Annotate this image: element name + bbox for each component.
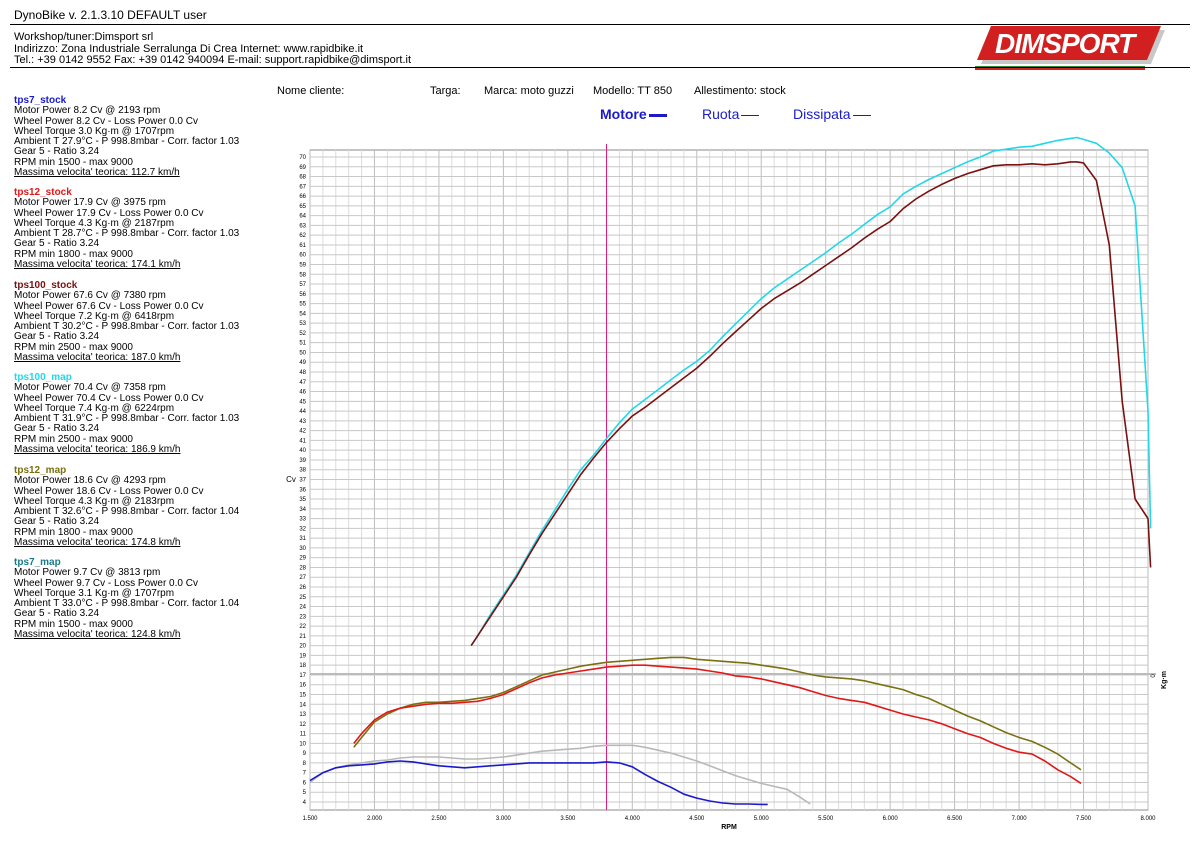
y-tick-label: 57 — [299, 282, 306, 288]
y-tick-label: 32 — [299, 526, 306, 532]
y-tick-label: 14 — [299, 702, 306, 708]
x-tick-label: 6.000 — [883, 816, 899, 822]
y-tick-label: 15 — [299, 693, 306, 699]
y-tick-label: 35 — [299, 497, 306, 503]
y-tick-label: 6 — [303, 780, 307, 786]
y-tick-label: 51 — [299, 341, 306, 347]
y-tick-label: 23 — [299, 614, 306, 620]
y-tick-label: 16 — [299, 683, 306, 689]
x-tick-label: 2.500 — [431, 816, 447, 822]
y-tick-label: 20 — [299, 644, 306, 650]
y2-axis-label: Kg·m — [1161, 671, 1168, 689]
y-tick-label: 53 — [299, 321, 306, 327]
y-tick-label: 18 — [299, 663, 306, 669]
x-tick-label: 8.000 — [1140, 816, 1156, 822]
x-tick-label: 3.000 — [496, 816, 512, 822]
y-tick-label: 39 — [299, 458, 306, 464]
y-tick-label: 48 — [299, 370, 306, 376]
y-tick-label: 64 — [299, 214, 306, 220]
x-tick-label: 6.500 — [947, 816, 963, 822]
dyno-chart[interactable]: 4567891011121314151617181920212223242526… — [0, 0, 1200, 848]
y-tick-label: 5 — [303, 790, 307, 796]
x-tick-label: 4.500 — [689, 816, 705, 822]
x-tick-label: 3.500 — [560, 816, 576, 822]
y-tick-label: 50 — [299, 350, 306, 356]
y-tick-label: 62 — [299, 233, 306, 239]
y-tick-label: 67 — [299, 184, 306, 190]
y-tick-label: 46 — [299, 390, 306, 396]
x-tick-label: 7.500 — [1076, 816, 1092, 822]
y-tick-label: 4 — [303, 800, 307, 806]
x-axis-label: RPM — [721, 824, 737, 831]
y-tick-label: 59 — [299, 263, 306, 269]
y-tick-label: 33 — [299, 517, 306, 523]
y-tick-label: 42 — [299, 429, 306, 435]
y-tick-label: 25 — [299, 595, 306, 601]
y-tick-label: 36 — [299, 487, 306, 493]
y-tick-label: 52 — [299, 331, 306, 337]
y-tick-label: 13 — [299, 712, 306, 718]
y-tick-label: 54 — [299, 311, 306, 317]
y-tick-label: 66 — [299, 194, 306, 200]
x-tick-label: 5.500 — [818, 816, 834, 822]
y-tick-label: 19 — [299, 653, 306, 659]
x-tick-label: 2.000 — [367, 816, 383, 822]
y-tick-label: 21 — [299, 634, 306, 640]
x-tick-label: 7.000 — [1012, 816, 1028, 822]
x-tick-label: 5.000 — [754, 816, 770, 822]
y-tick-label: 55 — [299, 302, 306, 308]
y-tick-label: 68 — [299, 175, 306, 181]
y-tick-label: 24 — [299, 605, 306, 611]
x-tick-label: 1.500 — [302, 816, 318, 822]
y-tick-label: 69 — [299, 165, 306, 171]
y-tick-label: 45 — [299, 399, 306, 405]
y-tick-label: 29 — [299, 556, 306, 562]
y-tick-label: 37 — [299, 478, 306, 484]
y-axis-label: Cv — [286, 475, 296, 484]
y-tick-label: 40 — [299, 448, 306, 454]
y-tick-label: 27 — [299, 575, 306, 581]
y-tick-label: 61 — [299, 243, 306, 249]
x-tick-label: 4.000 — [625, 816, 641, 822]
y-tick-label: 65 — [299, 204, 306, 210]
y-tick-label: 38 — [299, 468, 306, 474]
y-tick-label: 7 — [303, 771, 307, 777]
y-tick-label: 10 — [299, 741, 306, 747]
y-tick-label: 26 — [299, 585, 306, 591]
y-tick-label: 28 — [299, 565, 306, 571]
y-tick-label: 44 — [299, 409, 306, 415]
y-tick-label: 58 — [299, 272, 306, 278]
y-tick-label: 41 — [299, 438, 306, 444]
y-tick-label: 31 — [299, 536, 306, 542]
y-tick-label: 11 — [300, 732, 307, 738]
y-tick-label: 12 — [299, 722, 306, 728]
y-tick-label: 70 — [299, 155, 306, 161]
y-tick-label: 47 — [299, 380, 306, 386]
y-tick-label: 17 — [299, 673, 306, 679]
y-tick-label: 43 — [299, 419, 306, 425]
y-tick-label: 9 — [303, 751, 307, 757]
y-tick-label: 63 — [299, 223, 306, 229]
y-tick-label: 34 — [299, 507, 306, 513]
y-tick-label: 8 — [303, 761, 307, 767]
y-tick-label: 22 — [299, 624, 306, 630]
y-tick-label: 56 — [299, 292, 306, 298]
y-tick-label: 30 — [299, 546, 306, 552]
y-tick-label: 49 — [299, 360, 306, 366]
y-tick-label: 60 — [299, 253, 306, 259]
